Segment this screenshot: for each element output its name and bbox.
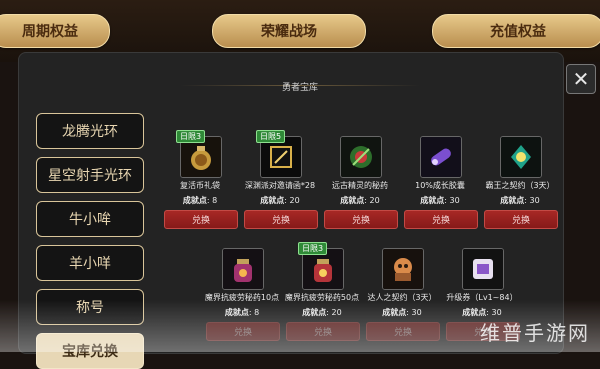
item-name: 霸王之契约（3天） [485, 181, 555, 190]
item-name: 复活币礼袋 [180, 181, 220, 190]
item-icon[interactable] [340, 136, 382, 178]
title-divider-right [300, 85, 420, 86]
tab-label: 荣耀战场 [261, 24, 317, 40]
tab-period-benefits[interactable]: 周期权益 [0, 14, 110, 48]
item-points: 成就点: 8 [182, 196, 218, 205]
sidebar-item-dragon-aura[interactable]: 龙腾光环 [36, 113, 144, 149]
treasury-title: 勇者宝库 [281, 83, 318, 93]
sidebar-item-label: 龙腾光环 [62, 124, 118, 140]
tab-label: 周期权益 [22, 24, 78, 40]
sidebar-item-label: 称号 [76, 300, 104, 316]
exchange-button[interactable]: 兑换 [484, 210, 558, 229]
tab-glory-battlefield[interactable]: 荣耀战场 [212, 14, 366, 48]
daily-limit-badge: 日限3 [176, 130, 206, 143]
exchange-button[interactable]: 兑换 [164, 210, 238, 229]
item-name: 深渊派对邀请函*28 [244, 181, 316, 190]
item-icon[interactable] [462, 248, 504, 290]
sidebar-item-label: 宝库兑换 [62, 344, 118, 360]
item-points: 成就点: 30 [500, 196, 540, 205]
growth-capsule-icon [421, 137, 461, 177]
item-points: 成就点: 20 [260, 196, 300, 205]
overlord-contract-icon [501, 137, 541, 177]
sidebar-item-starry-archer-aura[interactable]: 星空射手光环 [36, 157, 144, 193]
item-name: 魔界抗疲劳秘药50点 [284, 293, 360, 302]
coin-bag-icon [181, 137, 221, 177]
exchange-button[interactable]: 兑换 [366, 322, 440, 341]
sidebar-item-label: 星空射手光环 [48, 168, 132, 184]
watermark: 维普手游网 [480, 321, 590, 345]
sidebar-item-title[interactable]: 称号 [36, 289, 144, 325]
daily-limit-badge: 日限5 [256, 130, 286, 143]
sidebar-item-sheep[interactable]: 羊小咩 [36, 245, 144, 281]
item-points: 成就点: 20 [302, 308, 342, 317]
exchange-button[interactable]: 兑换 [244, 210, 318, 229]
item-icon[interactable] [500, 136, 542, 178]
item-icon[interactable] [222, 248, 264, 290]
level-up-ticket-icon [463, 249, 503, 289]
item-name: 魔界抗疲劳秘药10点 [204, 293, 280, 302]
sidebar-item-label: 牛小哞 [69, 212, 111, 228]
item-points: 成就点: 20 [340, 196, 380, 205]
item-points: 成就点: 30 [382, 308, 422, 317]
item-name: 升级券（Lv1~84） [446, 293, 518, 302]
sidebar-item-treasury-exchange[interactable]: 宝库兑换 [36, 333, 144, 369]
item-name: 10%成长胶囊 [415, 181, 465, 190]
item-points: 成就点: 8 [224, 308, 260, 317]
item-name: 远古精灵的秘药 [332, 181, 388, 190]
item-name: 达人之契约（3天） [367, 293, 437, 302]
exchange-button[interactable]: 兑换 [206, 322, 280, 341]
anti-fatigue-potion-icon [223, 249, 263, 289]
expert-contract-icon [383, 249, 423, 289]
item-points: 成就点: 30 [420, 196, 460, 205]
item-icon[interactable] [420, 136, 462, 178]
exchange-button[interactable]: 兑换 [286, 322, 360, 341]
anti-fatigue-potion-icon [303, 249, 343, 289]
tab-recharge-benefits[interactable]: 充值权益 [432, 14, 600, 48]
invitation-icon [261, 137, 301, 177]
item-icon[interactable] [382, 248, 424, 290]
sidebar-item-label: 羊小咩 [69, 256, 111, 272]
sidebar-item-ox[interactable]: 牛小哞 [36, 201, 144, 237]
elf-potion-icon [341, 137, 381, 177]
exchange-button[interactable]: 兑换 [324, 210, 398, 229]
daily-limit-badge: 日限3 [298, 242, 328, 255]
exchange-button[interactable]: 兑换 [404, 210, 478, 229]
tab-label: 充值权益 [490, 24, 546, 40]
